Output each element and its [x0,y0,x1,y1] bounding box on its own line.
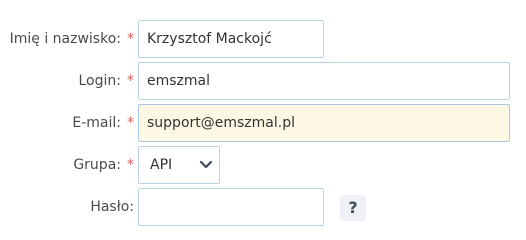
required-mark: * [127,157,134,173]
user-form: Imię i nazwisko: * Krzysztof Mackojć Logi… [0,0,526,227]
password-input[interactable] [138,188,324,226]
group-label: Grupa: * [73,157,134,173]
name-input[interactable]: Krzysztof Mackojć [138,20,324,58]
group-select-value: API [150,157,173,173]
login-input[interactable]: emszmal [138,62,510,100]
row-email: E-mail: * support@emszmal.pl [0,104,526,142]
email-input[interactable]: support@emszmal.pl [138,104,510,142]
row-group: Grupa: * API [0,146,526,184]
row-name: Imię i nazwisko: * Krzysztof Mackojć [0,20,526,58]
name-label: Imię i nazwisko: * [9,31,134,47]
required-mark: * [127,31,134,47]
chevron-down-icon [199,160,213,169]
password-label: Hasło: [90,199,134,215]
help-icon[interactable]: ? [340,195,366,221]
required-mark: * [127,115,134,131]
required-mark: * [127,73,134,89]
login-label: Login: * [78,73,135,89]
row-password: Hasło: ? [0,188,526,226]
group-select[interactable]: API [138,146,220,184]
email-label: E-mail: * [72,115,134,131]
row-login: Login: * emszmal [0,62,526,100]
